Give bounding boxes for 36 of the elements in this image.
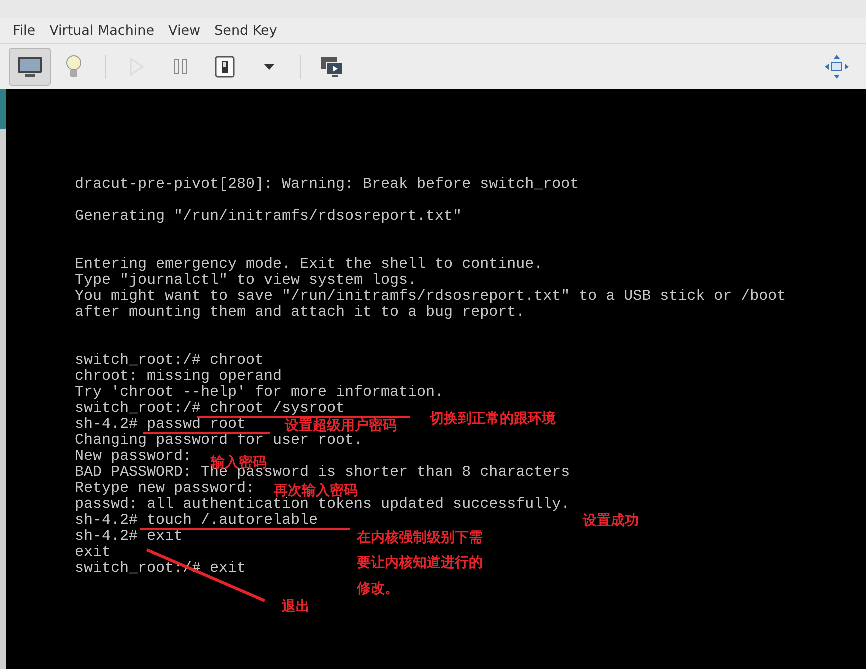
console-line: sh-4.2# exit	[75, 530, 184, 544]
screens-icon	[320, 56, 344, 78]
annotation-text: 切换到正常的跟环境	[430, 412, 556, 427]
console-line: switch_root:/# chroot	[75, 354, 264, 368]
caret-icon	[264, 64, 274, 70]
pause-icon	[174, 58, 188, 74]
console-line: sh-4.2# passwd root	[75, 418, 246, 432]
console-line: sh-4.2# touch /.autorelable	[75, 514, 318, 528]
menu-item[interactable]: Send Key	[208, 22, 284, 38]
annotation-text: 退出	[282, 600, 310, 615]
console-line: passwd: all authentication tokens updated successfully.	[75, 498, 570, 512]
monitor-icon	[17, 56, 43, 78]
menu-item[interactable]: File	[6, 22, 43, 38]
move-arrows-icon	[825, 54, 849, 78]
lightbulb-icon	[66, 54, 82, 78]
annotation-text: 修改。	[357, 582, 399, 597]
annotation-text: 设置超级用户密码	[285, 419, 397, 434]
console-line: Try 'chroot --help' for more information.	[75, 386, 444, 400]
console-line: You might want to save "/run/initramfs/rdsosreport.txt" to a USB stick or /boot	[75, 290, 786, 304]
console-line: switch_root:/# chroot /sysroot	[75, 402, 346, 416]
annotation-text: 在内核强制级别下需	[357, 531, 483, 546]
console-line: New password:	[75, 450, 192, 464]
console-line: chroot: missing operand	[75, 370, 282, 384]
console-line: Generating "/run/initramfs/rdsosreport.txt"	[75, 210, 462, 224]
console-line: dracut-pre-pivot[280]: Warning: Break before switch_root	[75, 178, 580, 192]
console-line: Retype new password:	[75, 482, 256, 496]
console-button[interactable]	[9, 48, 51, 86]
console-line: Entering emergency mode. Exit the shell to continue.	[75, 258, 544, 272]
console-line: exit	[75, 546, 112, 560]
switch-icon	[215, 56, 235, 78]
annotation-text: 要让内核知道进行的	[357, 556, 483, 571]
console-line: Type "journalctl" to view system logs.	[75, 274, 418, 288]
console-line: after mounting them and attach it to a bug report.	[75, 306, 526, 320]
menu-item[interactable]: View	[162, 22, 208, 38]
annotation-text: 设置成功	[583, 514, 639, 529]
menu-item[interactable]: Virtual Machine	[42, 22, 162, 38]
